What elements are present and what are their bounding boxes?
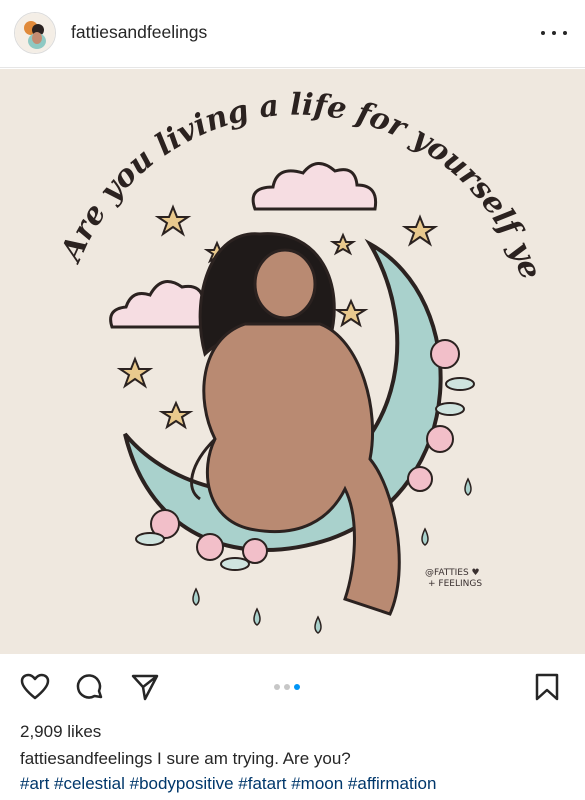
caption-username[interactable]: fattiesandfeelings xyxy=(20,749,152,768)
post-header: fattiesandfeelings xyxy=(0,0,585,68)
bookmark-icon[interactable] xyxy=(532,672,562,702)
carousel-dot xyxy=(284,684,290,690)
hashtags[interactable]: #art #celestial #bodypositive #fatart #m… xyxy=(20,774,436,794)
heart-icon[interactable] xyxy=(20,672,50,702)
share-icon[interactable] xyxy=(130,672,160,702)
caption: fattiesandfeelings I sure am trying. Are… xyxy=(20,749,351,769)
artist-signature: @FATTIES ♥ + FEELINGS xyxy=(425,568,482,589)
post-image[interactable]: Are you living a life for yourself yet? xyxy=(0,69,585,654)
caption-text: I sure am trying. Are you? xyxy=(152,749,351,768)
svg-text:@FATTIES ♥: @FATTIES ♥ xyxy=(425,568,480,578)
carousel-indicator xyxy=(274,684,300,690)
profile-avatar[interactable] xyxy=(14,12,56,54)
carousel-dot xyxy=(274,684,280,690)
post-username[interactable]: fattiesandfeelings xyxy=(71,22,207,43)
more-options-icon[interactable] xyxy=(541,21,567,45)
svg-text:+ FEELINGS: + FEELINGS xyxy=(428,579,482,589)
likes-count[interactable]: 2,909 likes xyxy=(20,722,101,742)
post-actions xyxy=(0,654,585,714)
carousel-dot-active xyxy=(294,684,300,690)
comment-icon[interactable] xyxy=(75,672,105,702)
